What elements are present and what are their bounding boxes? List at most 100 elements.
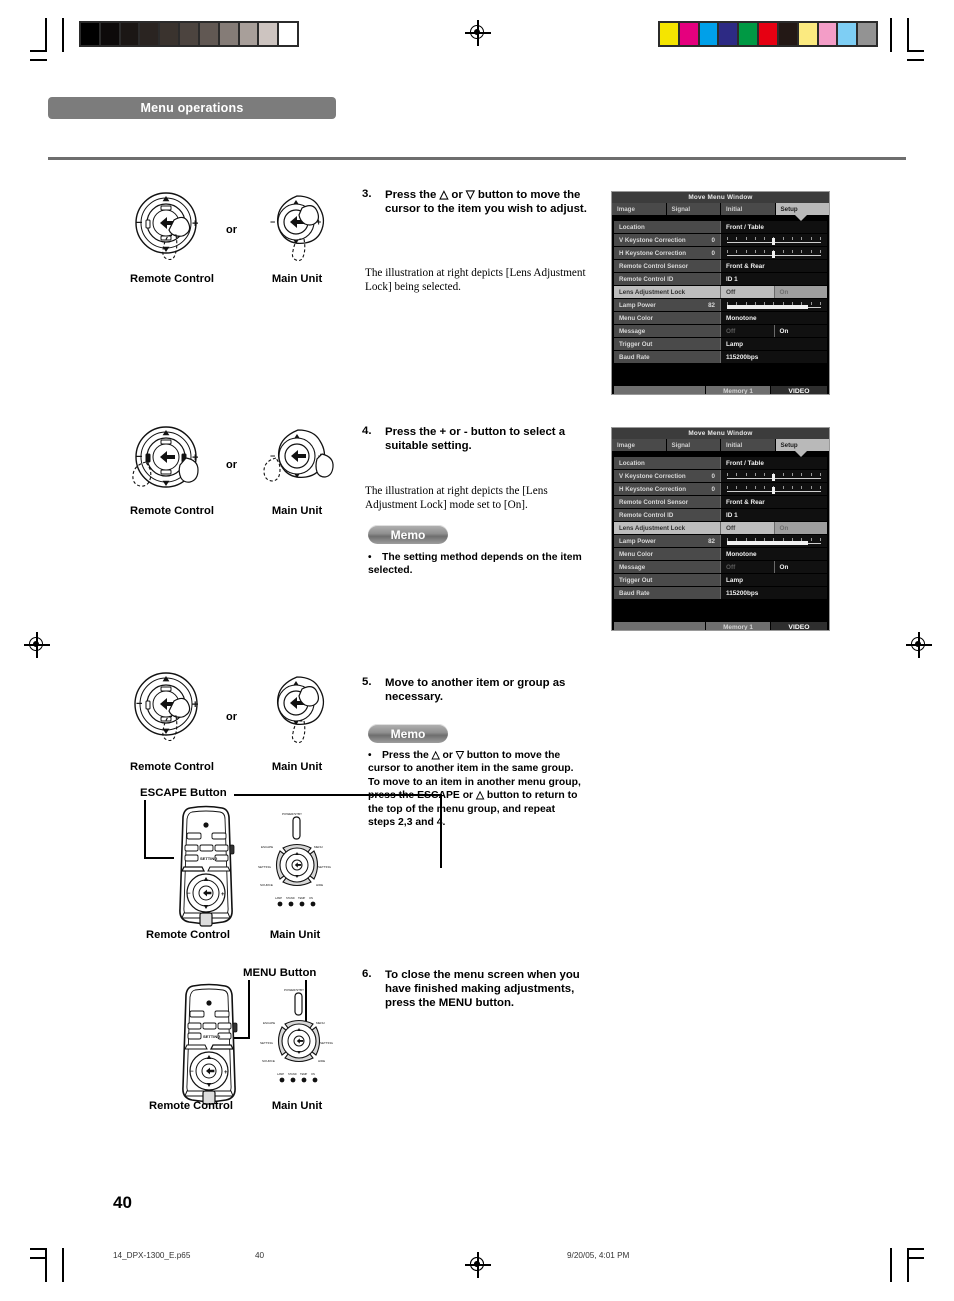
osd-row-remote-control-sensor-a[interactable]: Remote Control Sensor Front & Rear (614, 260, 827, 272)
osd-row-remote-control-sensor-b[interactable]: Remote Control Sensor Front & Rear (614, 496, 827, 508)
osd-row-slider[interactable] (720, 470, 827, 482)
osd-menu-window-step4[interactable]: Move Menu Window Image Signal Initial Setup… (611, 427, 830, 631)
osd-row-value[interactable]: Front / Table (720, 221, 827, 233)
osd-row-level-bar[interactable] (720, 535, 827, 547)
osd-row-value[interactable]: 115200bps (720, 587, 827, 599)
osd-row-message-a[interactable]: Message Off On (614, 325, 827, 337)
osd-row-lamp-power-a[interactable]: Lamp Power 82 (614, 299, 827, 311)
registration-mark-left (24, 632, 50, 658)
osd-tabs-b[interactable]: Image Signal Initial Setup (612, 439, 829, 451)
chroma-swatch (719, 23, 738, 45)
osd-footer-a: Memory 1 VIDEO (612, 386, 829, 394)
svg-text:SOURCE: SOURCE (262, 1059, 275, 1063)
chroma-swatch (838, 23, 857, 45)
osd-rows-b[interactable]: Location Front / Table V Keystone Correcti… (612, 457, 829, 599)
osd-row-value[interactable]: Front & Rear (720, 496, 827, 508)
osd-rows-a[interactable]: Location Front / Table V Keystone Correcti… (612, 221, 829, 363)
osd-tab-signal-a[interactable]: Signal (666, 203, 721, 215)
crop-mark-br-h (907, 1248, 924, 1250)
osd-row-message-b[interactable]: Message Off On (614, 561, 827, 573)
illustration-step5-remote-dpad: − + (134, 672, 198, 742)
osd-toggle-option-on[interactable]: On (774, 325, 827, 337)
step-5: 5. Move to another item or group as nece… (362, 676, 590, 704)
osd-row-h-keystone-correction-b[interactable]: H Keystone Correction 0 (614, 483, 827, 495)
osd-row-toggle[interactable]: Off On (720, 561, 827, 573)
slider-knob[interactable] (772, 487, 775, 494)
osd-toggle-option-off[interactable]: Off (721, 561, 775, 573)
slider-knob[interactable] (772, 474, 775, 481)
osd-tab-initial-a[interactable]: Initial (721, 203, 776, 215)
osd-row-value[interactable]: 115200bps (720, 351, 827, 363)
bar-fill (727, 305, 808, 309)
escape-button-callout-label: ESCAPE Button (140, 787, 227, 799)
osd-row-toggle[interactable]: Off On (720, 522, 827, 534)
osd-toggle-option-on[interactable]: On (774, 522, 827, 534)
step3-remote-label: Remote Control (130, 273, 214, 285)
svg-text:HIDE: HIDE (316, 883, 323, 887)
osd-row-trigger-out-a[interactable]: Trigger Out Lamp (614, 338, 827, 350)
osd-row-value[interactable]: Lamp (720, 338, 827, 350)
osd-row-level-bar[interactable] (720, 299, 827, 311)
osd-row-v-keystone-correction-a[interactable]: V Keystone Correction 0 (614, 234, 827, 246)
grayscale-swatch (100, 23, 119, 45)
osd-tab-signal-b[interactable]: Signal (666, 439, 721, 451)
osd-row-value[interactable]: Front / Table (720, 457, 827, 469)
svg-text:LAMP: LAMP (277, 1072, 284, 1076)
osd-toggle-option-off[interactable]: Off (721, 286, 775, 298)
grayscale-swatch (120, 23, 139, 45)
osd-row-menu-color-a[interactable]: Menu Color Monotone (614, 312, 827, 324)
osd-row-menu-color-b[interactable]: Menu Color Monotone (614, 548, 827, 560)
osd-row-baud-rate-a[interactable]: Baud Rate 115200bps (614, 351, 827, 363)
osd-row-h-keystone-correction-a[interactable]: H Keystone Correction 0 (614, 247, 827, 259)
osd-row-v-keystone-correction-b[interactable]: V Keystone Correction 0 (614, 470, 827, 482)
svg-text:ON: ON (309, 896, 313, 900)
osd-toggle-option-off[interactable]: Off (721, 522, 775, 534)
osd-row-label: Remote Control Sensor (614, 260, 720, 272)
osd-row-value[interactable]: Monotone (720, 312, 827, 324)
osd-row-baud-rate-b[interactable]: Baud Rate 115200bps (614, 587, 827, 599)
osd-toggle-option-on[interactable]: On (774, 561, 827, 573)
osd-row-value[interactable]: Lamp (720, 574, 827, 586)
step-4-caption: The illustration at right depicts the [L… (365, 485, 548, 511)
step-6-number: 6. (362, 968, 372, 980)
chroma-calibration-bar (658, 21, 878, 47)
osd-row-value[interactable]: Front & Rear (720, 260, 827, 272)
osd-row-location-b[interactable]: Location Front / Table (614, 457, 827, 469)
osd-row-slider[interactable] (720, 234, 827, 246)
osd-row-lens-adjustment-lock-a[interactable]: Lens Adjustment Lock Off On (614, 286, 827, 298)
osd-row-value[interactable]: ID 1 (720, 509, 827, 521)
osd-tabs-a[interactable]: Image Signal Initial Setup (612, 203, 829, 215)
osd-row-label: Lamp Power 82 (614, 299, 720, 311)
osd-row-remote-control-id-a[interactable]: Remote Control ID ID 1 (614, 273, 827, 285)
chroma-swatch (660, 23, 678, 45)
svg-text:SETTING: SETTING (258, 865, 272, 869)
slider-knob[interactable] (772, 251, 775, 258)
osd-tab-image-a[interactable]: Image (612, 203, 667, 215)
osd-toggle-option-off[interactable]: Off (721, 325, 775, 337)
crop-mark-tl3-h (30, 59, 47, 61)
osd-row-slider[interactable] (720, 483, 827, 495)
step-5-text: Move to another item or group as necessa… (385, 677, 566, 704)
osd-row-remote-control-id-b[interactable]: Remote Control ID ID 1 (614, 509, 827, 521)
osd-row-toggle[interactable]: Off On (720, 325, 827, 337)
osd-row-lamp-power-b[interactable]: Lamp Power 82 (614, 535, 827, 547)
osd-row-location-a[interactable]: Location Front / Table (614, 221, 827, 233)
osd-tab-image-b[interactable]: Image (612, 439, 667, 451)
bar-fill (727, 541, 808, 545)
osd-row-trigger-out-b[interactable]: Trigger Out Lamp (614, 574, 827, 586)
osd-tab-setup-a[interactable]: Setup (775, 203, 829, 215)
step-3-number: 3. (362, 188, 372, 200)
step3-or-label: or (226, 224, 237, 236)
osd-row-slider[interactable] (720, 247, 827, 259)
osd-menu-window-step3[interactable]: Move Menu Window Image Signal Initial Setup… (611, 191, 830, 395)
osd-tab-setup-b[interactable]: Setup (775, 439, 829, 451)
osd-tab-initial-b[interactable]: Initial (721, 439, 776, 451)
grayscale-swatch (140, 23, 159, 45)
osd-toggle-option-on[interactable]: On (774, 286, 827, 298)
osd-row-lens-adjustment-lock-b[interactable]: Lens Adjustment Lock Off On (614, 522, 827, 534)
osd-row-value[interactable]: Monotone (720, 548, 827, 560)
osd-row-value[interactable]: ID 1 (720, 273, 827, 285)
osd-row-toggle[interactable]: Off On (720, 286, 827, 298)
slider-knob[interactable] (772, 238, 775, 245)
footer-timestamp: 9/20/05, 4:01 PM (567, 1251, 630, 1260)
